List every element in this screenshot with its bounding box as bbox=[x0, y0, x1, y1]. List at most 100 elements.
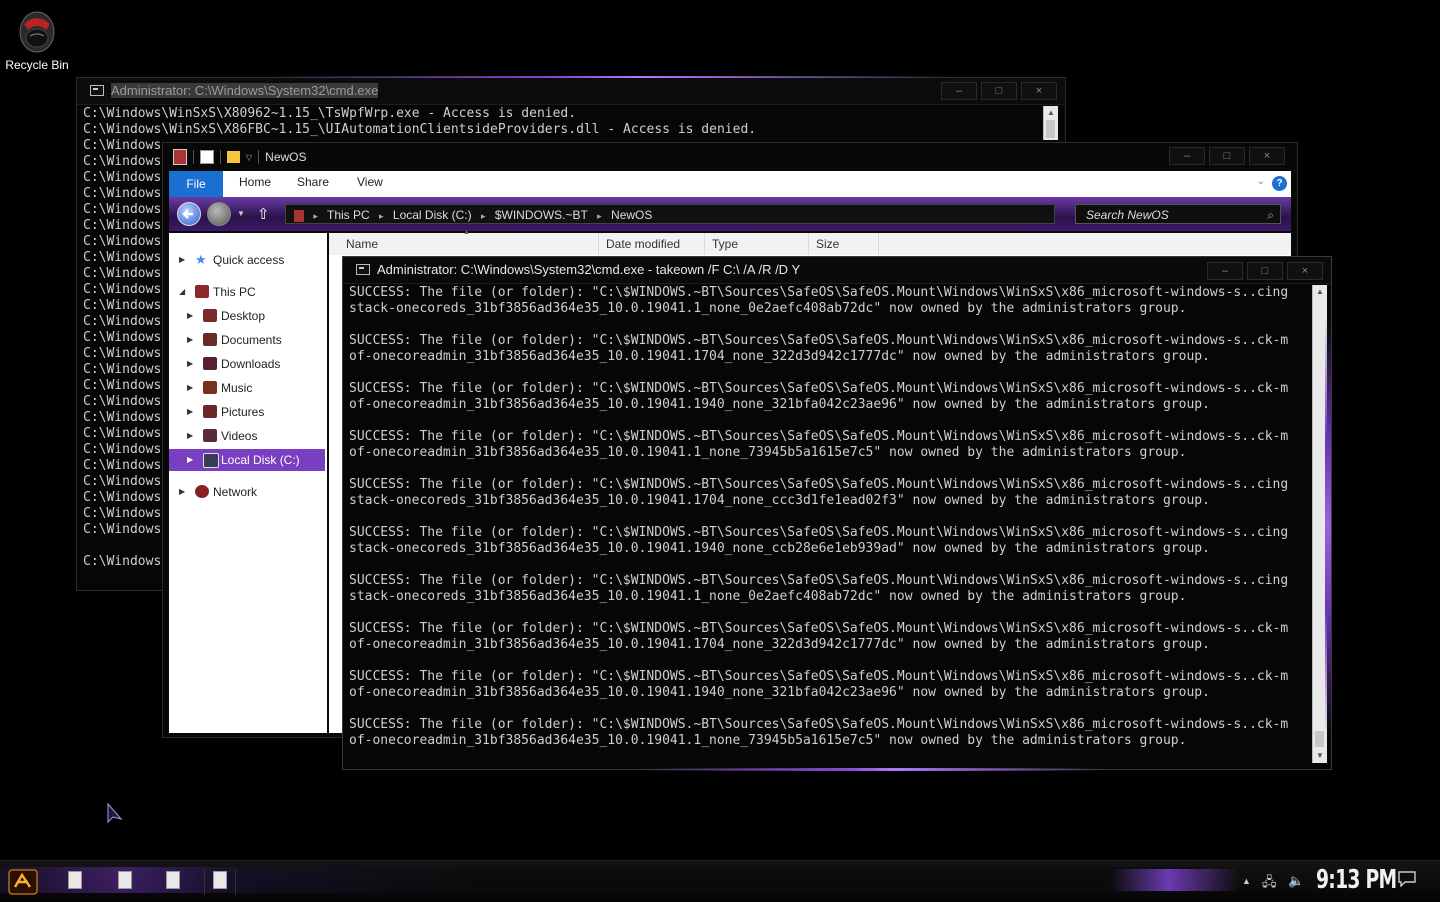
nav-network[interactable]: ▶ Network bbox=[169, 481, 325, 503]
taskbar: ▲ 🖧 🔈 9:13 PM bbox=[0, 860, 1440, 901]
breadcrumb-windows-bt[interactable]: $WINDOWS.~BT bbox=[495, 208, 588, 222]
desktop-folder-icon bbox=[203, 309, 217, 322]
up-button[interactable]: ⇧ bbox=[257, 205, 270, 223]
nav-label: Videos bbox=[221, 429, 258, 443]
scroll-up-arrow[interactable]: ▲ bbox=[1313, 285, 1327, 299]
close-button[interactable]: × bbox=[1021, 82, 1057, 100]
help-icon[interactable]: ? bbox=[1272, 176, 1287, 191]
clock[interactable]: 9:13 PM bbox=[1316, 865, 1397, 895]
close-button[interactable]: × bbox=[1249, 147, 1285, 165]
console-line: stack-onecoreds_31bf3856ad364e35_10.0.19… bbox=[349, 493, 1210, 508]
address-bar: ▼ ⇧ ▸ This PC ▸ Local Disk (C:) ▸ $WINDO… bbox=[169, 197, 1291, 231]
search-placeholder: Search NewOS bbox=[1086, 208, 1169, 222]
nav-local-disk[interactable]: ▶ Local Disk (C:) bbox=[169, 449, 325, 471]
scroll-down-arrow[interactable]: ▼ bbox=[1313, 749, 1327, 763]
scroll-thumb[interactable] bbox=[1315, 731, 1324, 747]
console-line: stack-onecoreds_31bf3856ad364e35_10.0.19… bbox=[349, 541, 1210, 556]
nav-downloads[interactable]: ▶ Downloads bbox=[169, 353, 325, 375]
nav-desktop[interactable]: ▶ Desktop bbox=[169, 305, 325, 327]
console-line: SUCCESS: The file (or folder): "C:\$WIND… bbox=[349, 525, 1289, 540]
nav-pictures[interactable]: ▶ Pictures bbox=[169, 401, 325, 423]
nav-documents[interactable]: ▶ Documents bbox=[169, 329, 325, 351]
nav-this-pc[interactable]: ◢ This PC bbox=[169, 281, 325, 303]
search-icon[interactable]: ⌕ bbox=[1267, 205, 1274, 225]
breadcrumb-newos[interactable]: NewOS bbox=[611, 208, 652, 222]
properties-icon[interactable] bbox=[200, 150, 214, 164]
forward-button[interactable] bbox=[207, 202, 231, 226]
expand-ribbon-icon[interactable]: ⌄ bbox=[1257, 176, 1265, 187]
tab-view[interactable]: View bbox=[357, 175, 383, 189]
breadcrumb-this-pc[interactable]: This PC bbox=[327, 208, 370, 222]
sort-ascending-icon: ▲ bbox=[463, 229, 470, 236]
cmd-back-scrollbar[interactable]: ▲ bbox=[1043, 106, 1058, 140]
minimize-button[interactable]: – bbox=[1207, 262, 1243, 280]
back-button[interactable] bbox=[177, 202, 201, 226]
minimize-button[interactable]: – bbox=[941, 82, 977, 100]
close-button[interactable]: × bbox=[1287, 262, 1323, 280]
tray-glow bbox=[1110, 869, 1240, 891]
taskbar-item-2[interactable] bbox=[110, 869, 140, 895]
document-icon bbox=[166, 871, 180, 889]
minimize-button[interactable]: – bbox=[1169, 147, 1205, 165]
breadcrumb[interactable]: ▸ This PC ▸ Local Disk (C:) ▸ $WINDOWS.~… bbox=[285, 204, 1055, 224]
console-line: of-onecoreadmin_31bf3856ad364e35_10.0.19… bbox=[349, 397, 1210, 412]
nav-music[interactable]: ▶ Music bbox=[169, 377, 325, 399]
show-hidden-icons[interactable]: ▲ bbox=[1242, 876, 1251, 886]
start-button[interactable] bbox=[6, 867, 40, 897]
nav-videos[interactable]: ▶ Videos bbox=[169, 425, 325, 447]
network-tray-icon[interactable]: 🖧 bbox=[1262, 873, 1277, 895]
document-icon bbox=[68, 871, 82, 889]
network-icon bbox=[195, 485, 209, 498]
mouse-cursor bbox=[106, 802, 124, 831]
notifications-icon[interactable] bbox=[1398, 871, 1416, 890]
nav-quick-access[interactable]: ▶ ★ Quick access bbox=[169, 249, 325, 271]
taskbar-item-3[interactable] bbox=[158, 869, 188, 895]
maximize-button[interactable]: □ bbox=[1247, 262, 1283, 280]
tab-share[interactable]: Share bbox=[297, 175, 329, 189]
star-icon: ★ bbox=[195, 252, 207, 267]
scroll-up-arrow[interactable]: ▲ bbox=[1044, 106, 1058, 120]
console-line: SUCCESS: The file (or folder): "C:\$WIND… bbox=[349, 573, 1289, 588]
breadcrumb-local-disk[interactable]: Local Disk (C:) bbox=[393, 208, 472, 222]
window-glow bbox=[1325, 317, 1331, 737]
navigation-pane: ▶ ★ Quick access ◢ This PC ▶ Desktop ▶ Do… bbox=[169, 233, 327, 733]
app-icon bbox=[173, 149, 187, 165]
search-input[interactable]: Search NewOS ⌕ bbox=[1075, 204, 1281, 224]
new-folder-icon[interactable] bbox=[227, 151, 240, 163]
tab-home[interactable]: Home bbox=[239, 175, 271, 189]
recycle-bin[interactable]: Recycle Bin bbox=[4, 8, 70, 72]
column-date-modified[interactable]: Date modified bbox=[599, 233, 705, 255]
tab-file[interactable]: File bbox=[169, 171, 223, 197]
column-type[interactable]: Type bbox=[705, 233, 809, 255]
cmd-front-titlebar[interactable]: Administrator: C:\Windows\System32\cmd.e… bbox=[343, 257, 1331, 284]
console-line: of-onecoreadmin_31bf3856ad364e35_10.0.19… bbox=[349, 637, 1210, 652]
console-line: C:\Windows\WinSxS\X86FBC~1.15_\UIAutomat… bbox=[83, 122, 757, 137]
music-folder-icon bbox=[203, 381, 217, 394]
qat-dropdown-icon[interactable]: ▽ bbox=[246, 153, 252, 162]
nav-label: Quick access bbox=[213, 253, 285, 267]
document-icon bbox=[118, 871, 132, 889]
maximize-button[interactable]: □ bbox=[981, 82, 1017, 100]
recycle-bin-icon bbox=[16, 8, 58, 56]
maximize-button[interactable]: □ bbox=[1209, 147, 1245, 165]
volume-icon[interactable]: 🔈 bbox=[1288, 873, 1304, 889]
scroll-thumb[interactable] bbox=[1046, 120, 1055, 138]
column-name[interactable]: Name bbox=[339, 233, 599, 255]
ribbon: File Home Share View ⌄ ? bbox=[169, 171, 1291, 198]
taskbar-item-4[interactable] bbox=[204, 869, 236, 895]
nav-label: Network bbox=[213, 485, 258, 499]
nav-label: Pictures bbox=[221, 405, 265, 419]
taskbar-item-1[interactable] bbox=[60, 869, 90, 895]
cmd-back-titlebar[interactable]: Administrator: C:\Windows\System32\cmd.e… bbox=[77, 78, 1065, 105]
column-size[interactable]: Size bbox=[809, 233, 879, 255]
cmd-window-foreground[interactable]: Administrator: C:\Windows\System32\cmd.e… bbox=[342, 256, 1332, 771]
recent-locations-icon[interactable]: ▼ bbox=[237, 209, 245, 218]
nav-label: Documents bbox=[221, 333, 282, 347]
quick-access-toolbar: ▽ NewOS bbox=[173, 149, 307, 165]
